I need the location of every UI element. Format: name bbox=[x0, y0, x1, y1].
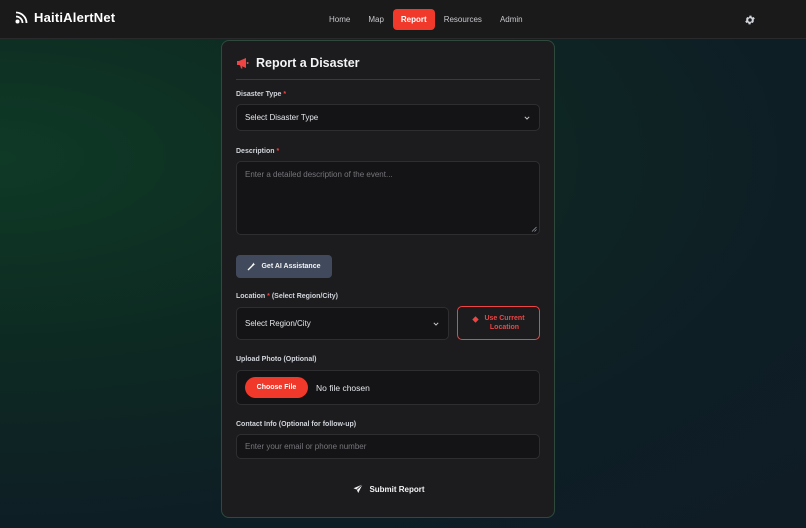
nav-resources[interactable]: Resources bbox=[435, 9, 491, 30]
chevron-down-icon bbox=[433, 321, 439, 326]
disaster-type-label-text: Disaster Type bbox=[236, 91, 282, 98]
location-select[interactable]: Select Region/City bbox=[236, 307, 449, 340]
chevron-down-icon bbox=[524, 115, 530, 120]
paper-plane-icon bbox=[353, 484, 364, 493]
disaster-type-select[interactable]: Select Disaster Type bbox=[236, 104, 540, 131]
required-mark: * bbox=[283, 91, 287, 98]
choose-file-button[interactable]: Choose File bbox=[245, 377, 308, 398]
brand[interactable]: HaitiAlertNet bbox=[14, 10, 115, 25]
use-current-location-line1: Use Current bbox=[484, 314, 525, 322]
location-label-text: Location bbox=[236, 293, 266, 300]
use-current-location-label: Use Current Location bbox=[484, 314, 524, 333]
use-current-location-button[interactable]: Use Current Location bbox=[457, 306, 540, 340]
ai-assistance-button[interactable]: Get AI Assistance bbox=[236, 255, 332, 278]
contact-label: Contact Info (Optional for follow-up) bbox=[236, 421, 357, 428]
upload-label: Upload Photo (Optional) bbox=[236, 356, 317, 363]
title-divider bbox=[236, 79, 540, 80]
top-navbar: HaitiAlertNet Home Map Report Resources … bbox=[0, 0, 806, 39]
description-label: Description * bbox=[236, 148, 279, 155]
file-status: No file chosen bbox=[316, 383, 370, 393]
report-form-card: Report a Disaster Disaster Type * Select… bbox=[221, 40, 555, 518]
description-textarea[interactable]: Enter a detailed description of the even… bbox=[236, 161, 540, 235]
nav-admin[interactable]: Admin bbox=[491, 9, 532, 30]
form-header: Report a Disaster bbox=[236, 56, 360, 70]
required-mark: * bbox=[267, 293, 270, 300]
contact-placeholder: Enter your email or phone number bbox=[245, 442, 367, 451]
nav-report[interactable]: Report bbox=[392, 9, 435, 30]
brand-name: HaitiAlertNet bbox=[34, 10, 116, 25]
use-current-location-line2: Location bbox=[489, 324, 520, 331]
location-selected: Select Region/City bbox=[245, 319, 311, 328]
submit-report-label: Submit Report bbox=[369, 484, 425, 494]
gear-icon[interactable] bbox=[744, 14, 756, 26]
disaster-type-label: Disaster Type * bbox=[236, 91, 286, 98]
form-title: Report a Disaster bbox=[256, 56, 360, 70]
location-label: Location * (Select Region/City) bbox=[236, 293, 338, 300]
location-label-suffix: (Select Region/City) bbox=[271, 293, 338, 300]
nav-map[interactable]: Map bbox=[359, 9, 393, 30]
required-mark: * bbox=[276, 148, 280, 155]
map-marker-icon bbox=[472, 316, 480, 323]
ai-assistance-label: Get AI Assistance bbox=[261, 263, 321, 270]
upload-photo-field: Choose File No file chosen bbox=[236, 370, 540, 405]
description-label-text: Description bbox=[236, 148, 275, 155]
resize-handle-icon[interactable] bbox=[531, 226, 537, 232]
submit-report-button[interactable]: Submit Report bbox=[342, 481, 436, 497]
description-placeholder: Enter a detailed description of the even… bbox=[245, 170, 393, 179]
satellite-icon bbox=[15, 11, 28, 23]
nav-home[interactable]: Home bbox=[320, 9, 359, 30]
contact-input[interactable]: Enter your email or phone number bbox=[236, 434, 540, 459]
nav-links: Home Map Report Resources Admin bbox=[320, 9, 532, 30]
disaster-type-selected: Select Disaster Type bbox=[245, 113, 319, 122]
megaphone-icon bbox=[237, 58, 249, 69]
magic-wand-icon bbox=[248, 262, 256, 271]
